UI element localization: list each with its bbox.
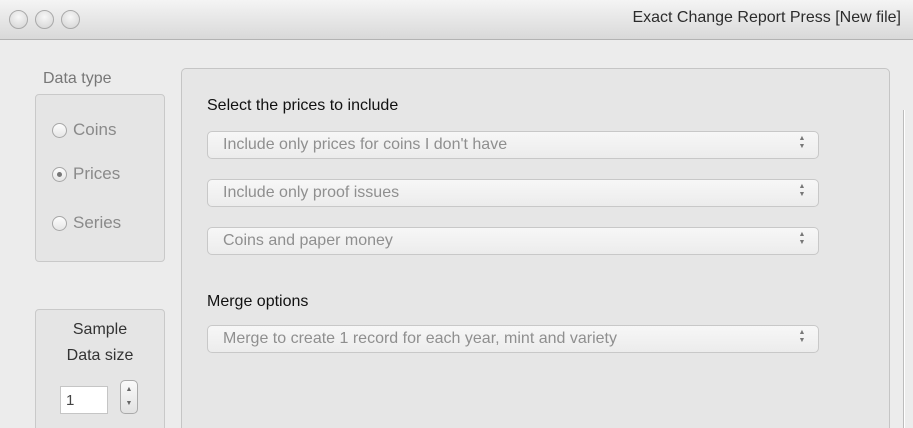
prices-select-money-type-value: Coins and paper money (223, 232, 393, 249)
sample-data-size-group: Sample Data size ▲▼ (35, 309, 165, 428)
up-down-chevron-icon: ▲ ▼ (798, 329, 806, 344)
sample-size-stepper-icon[interactable]: ▲ ▼ (120, 380, 138, 414)
window-title: Exact Change Report Press [New file] (632, 9, 901, 26)
zoom-window-icon[interactable] (61, 10, 80, 29)
merge-select[interactable]: Merge to create 1 record for each year, … (207, 325, 819, 353)
prices-select-ownership[interactable]: Include only prices for coins I don't ha… (207, 131, 819, 159)
prices-select-money-type[interactable]: Coins and paper money ▲ ▼ (207, 227, 819, 255)
data-type-group: Coins Prices Series (35, 94, 165, 262)
radio-series-icon[interactable] (52, 215, 67, 231)
radio-coins-label: Coins (73, 120, 117, 139)
merge-section-title: Merge options (207, 293, 309, 310)
data-type-label: Data type (43, 70, 112, 87)
radio-coins[interactable]: Coins (52, 120, 116, 140)
merge-select-value: Merge to create 1 record for each year, … (223, 330, 617, 347)
up-down-chevron-icon: ▲ ▼ (798, 231, 806, 246)
sample-size-input[interactable] (60, 386, 108, 414)
right-panel-edge (903, 110, 905, 428)
sample-title-line2: Data size (66, 347, 134, 364)
prices-select-ownership-value: Include only prices for coins I don't ha… (223, 136, 508, 153)
prices-section-title: Select the prices to include (207, 97, 399, 114)
close-window-icon[interactable] (9, 10, 28, 29)
radio-prices-icon[interactable] (52, 166, 67, 182)
minimize-window-icon[interactable] (35, 10, 54, 29)
prices-select-issues-value: Include only proof issues (223, 184, 400, 201)
up-down-chevron-icon: ▲ ▼ (798, 135, 806, 150)
title-bar: Exact Change Report Press [New file] (0, 0, 913, 40)
radio-series-label: Series (73, 213, 122, 232)
radio-prices-label: Prices (73, 164, 121, 183)
sample-title-line1: Sample (72, 321, 128, 338)
radio-prices[interactable]: Prices (52, 164, 120, 184)
prices-select-issues[interactable]: Include only proof issues ▲ ▼ (207, 179, 819, 207)
radio-coins-icon[interactable] (52, 122, 67, 138)
up-down-chevron-icon: ▲ ▼ (798, 183, 806, 198)
radio-series[interactable]: Series (52, 213, 121, 233)
